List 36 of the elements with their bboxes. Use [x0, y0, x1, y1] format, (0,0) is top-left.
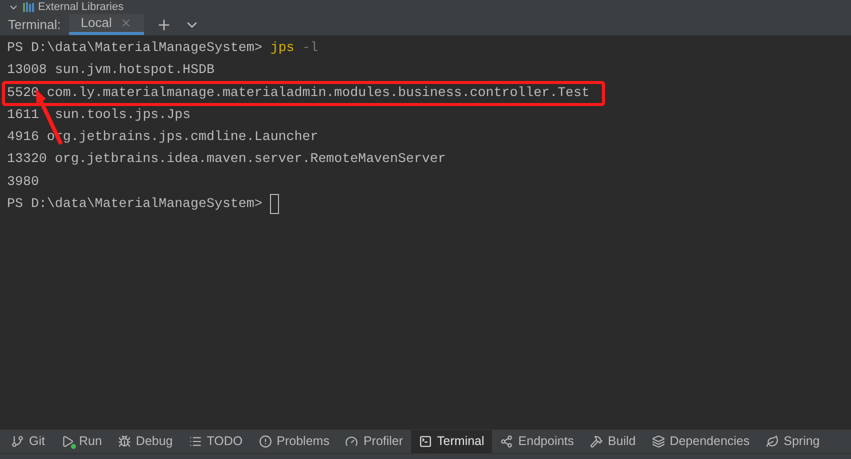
tree-item-label[interactable]: External Libraries [38, 2, 124, 12]
add-icon[interactable] [156, 16, 172, 32]
leaf-icon [766, 435, 779, 448]
hammer-icon [590, 435, 603, 448]
tool-window-tab[interactable]: TODO [180, 430, 251, 453]
output-line: 3980 [7, 174, 39, 189]
gauge-icon [345, 435, 358, 448]
terminal-icon [419, 435, 432, 448]
tool-window-tab[interactable]: Terminal [411, 430, 492, 453]
output-line: 13320 org.jetbrains.idea.maven.server.RemoteMavenServer [7, 151, 446, 166]
tool-window-tab[interactable]: Git [3, 430, 53, 453]
tool-window-tab[interactable]: Problems [250, 430, 338, 453]
command-text: jps [270, 39, 294, 57]
output-line: 13008 sun.jvm.hotspot.HSDB [7, 62, 214, 78]
nodes-icon [500, 435, 514, 448]
prompt-text: PS D:\data\MaterialManageSystem> [7, 195, 262, 214]
tool-window-tab[interactable]: Debug [110, 430, 181, 453]
tool-window-tab[interactable]: Dependencies [644, 430, 758, 453]
tool-window-tab[interactable]: Build [582, 430, 644, 453]
session-tab[interactable]: Local [68, 14, 144, 35]
tool-window-tab[interactable]: Run [52, 430, 110, 453]
output-line: 1611 [7, 106, 39, 122]
list-icon [188, 435, 202, 448]
terminal-label: Terminal: [7, 16, 62, 34]
tool-window-tab[interactable]: Endpoints [492, 430, 582, 453]
library-icon [23, 2, 34, 12]
alert-icon [258, 435, 272, 448]
tool-window-tab[interactable]: Profiler [337, 430, 412, 453]
play-icon [60, 435, 74, 448]
output-line-rest: sun.tools.jps.Jps [54, 106, 191, 122]
branch-icon [11, 435, 24, 448]
bug-icon [118, 435, 131, 448]
tool-window-tab[interactable]: Spring [758, 430, 828, 453]
prompt-text: PS D:\data\MaterialManageSystem> [7, 39, 262, 57]
command-argument: -l [302, 39, 318, 57]
layers-icon [652, 435, 665, 448]
